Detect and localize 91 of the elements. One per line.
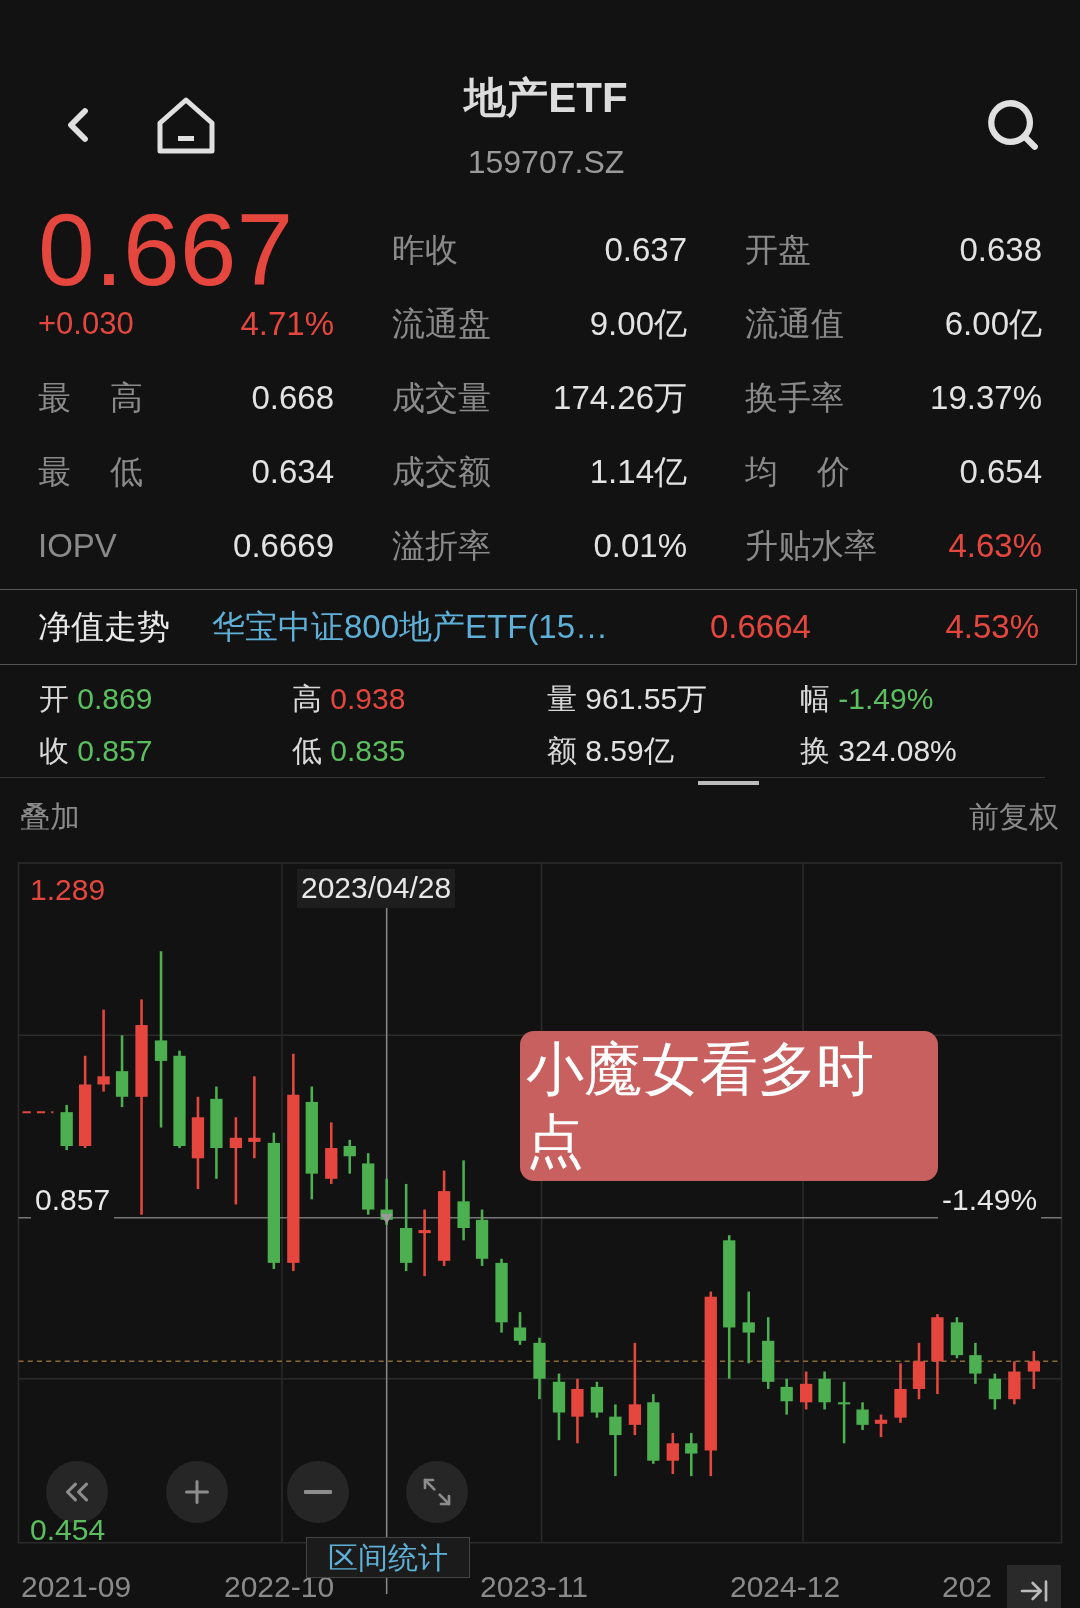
kline-stat: 额 8.59亿 bbox=[547, 732, 675, 769]
field-label: 换手率 bbox=[745, 377, 844, 418]
field-label: 成交量 bbox=[392, 377, 491, 418]
candlestick bbox=[950, 1317, 964, 1359]
field-value: 0.634 bbox=[251, 453, 334, 491]
expand-icon bbox=[421, 1476, 453, 1508]
candlestick bbox=[475, 1209, 489, 1266]
candlestick bbox=[685, 1433, 698, 1477]
field-value: 0.6669 bbox=[233, 527, 334, 565]
price-change: +0.030 bbox=[38, 306, 134, 342]
page-title: 地产ETF bbox=[464, 72, 628, 123]
candlestick bbox=[988, 1373, 1002, 1410]
candlestick bbox=[590, 1381, 604, 1418]
candlestick bbox=[856, 1402, 869, 1430]
candlestick bbox=[418, 1209, 431, 1277]
candlestick bbox=[552, 1373, 566, 1441]
price-marker-line bbox=[22, 1111, 54, 1114]
field-label: 昨收 bbox=[392, 229, 458, 270]
kline-stat: 低 0.835 bbox=[292, 732, 407, 769]
note-bubble: 小魔女看多时点 bbox=[520, 1031, 938, 1181]
field-value: 6.00亿 bbox=[944, 303, 1042, 344]
stock-code: 159707.SZ bbox=[467, 143, 625, 181]
nav-change: 4.53% bbox=[945, 608, 1039, 646]
date-axis-label: 2023-11 bbox=[480, 1570, 588, 1605]
candlestick bbox=[762, 1317, 775, 1389]
candlestick bbox=[325, 1122, 338, 1184]
field-value: 9.00亿 bbox=[589, 303, 687, 344]
candlestick bbox=[780, 1378, 793, 1415]
field-label: 流通盘 bbox=[392, 303, 491, 344]
field-label: 流通值 bbox=[745, 303, 844, 344]
nav-value: 0.6664 bbox=[710, 608, 812, 646]
field-label: 均 价 bbox=[745, 451, 850, 492]
candlestick bbox=[666, 1433, 679, 1475]
candlestick bbox=[343, 1139, 356, 1174]
nav-label: 净值走势 bbox=[38, 606, 171, 647]
date-axis-label: 2021-09 bbox=[21, 1570, 132, 1605]
max-price-label: 1.289 bbox=[30, 873, 106, 908]
kline-stat: 收 0.857 bbox=[39, 732, 154, 769]
candlestick bbox=[571, 1378, 584, 1444]
field-value: 0.654 bbox=[959, 453, 1042, 491]
candlestick bbox=[362, 1153, 375, 1215]
candlestick bbox=[380, 1178, 393, 1225]
candlestick bbox=[894, 1363, 907, 1423]
candlestick bbox=[533, 1337, 546, 1400]
kline-stat: 开 0.869 bbox=[39, 680, 154, 717]
candlestick bbox=[60, 1105, 73, 1151]
field-value: 0.668 bbox=[251, 379, 334, 417]
nav-trend-bar[interactable]: 净值走势 华宝中证800地产ETF(15… 0.6664 4.53% bbox=[0, 589, 1077, 665]
adjust-button[interactable]: 前复权 bbox=[969, 797, 1059, 845]
overlay-button[interactable]: 叠加 bbox=[20, 797, 80, 845]
field-label: 最 低 bbox=[38, 451, 143, 492]
field-value: 4.63% bbox=[948, 527, 1042, 565]
candlestick bbox=[647, 1394, 660, 1464]
field-value: 19.37% bbox=[930, 379, 1042, 417]
field-value: 0.638 bbox=[959, 231, 1042, 269]
candlestick bbox=[1027, 1351, 1040, 1389]
kline-stat: 幅 -1.49% bbox=[800, 680, 935, 717]
candlestick bbox=[837, 1381, 851, 1444]
fund-name: 华宝中证800地产ETF(15… bbox=[212, 606, 610, 647]
min-price-label: 0.454 bbox=[30, 1513, 106, 1548]
home-button[interactable] bbox=[156, 96, 216, 154]
field-label: 升贴水率 bbox=[745, 525, 877, 566]
range-stats-button[interactable]: 区间统计 bbox=[306, 1537, 470, 1578]
change-percent: 4.71% bbox=[240, 305, 334, 343]
candlestick bbox=[969, 1342, 982, 1384]
candlestick bbox=[874, 1414, 888, 1438]
date-axis-label: 202 bbox=[942, 1570, 993, 1605]
field-value: 1.14亿 bbox=[589, 451, 687, 492]
kline-stat: 量 961.55万 bbox=[547, 680, 709, 717]
field-label: 最 高 bbox=[38, 377, 143, 418]
field-value: 174.26万 bbox=[553, 377, 687, 418]
candlestick bbox=[800, 1371, 813, 1410]
drag-handle[interactable] bbox=[698, 781, 759, 785]
last-price: 0.667 bbox=[38, 199, 295, 301]
jump-to-end-button[interactable] bbox=[1007, 1565, 1061, 1608]
home-icon bbox=[156, 96, 216, 154]
cursor-date: 2023/04/28 bbox=[297, 869, 456, 908]
candlestick bbox=[912, 1342, 926, 1400]
field-label: 开盘 bbox=[745, 229, 811, 270]
field-label: 溢折率 bbox=[392, 525, 491, 566]
field-value: 0.637 bbox=[604, 231, 687, 269]
field-label: 成交额 bbox=[392, 451, 491, 492]
field-value: 0.01% bbox=[593, 527, 687, 565]
candlestick bbox=[513, 1312, 527, 1345]
field-label: IOPV bbox=[38, 527, 117, 565]
kline-stat: 换 324.08% bbox=[800, 732, 958, 769]
candlestick bbox=[818, 1371, 831, 1410]
date-axis-label: 2024-12 bbox=[730, 1570, 841, 1605]
minus-icon bbox=[304, 1490, 332, 1494]
kline-stat: 高 0.938 bbox=[292, 680, 407, 717]
candlestick bbox=[1008, 1361, 1021, 1405]
